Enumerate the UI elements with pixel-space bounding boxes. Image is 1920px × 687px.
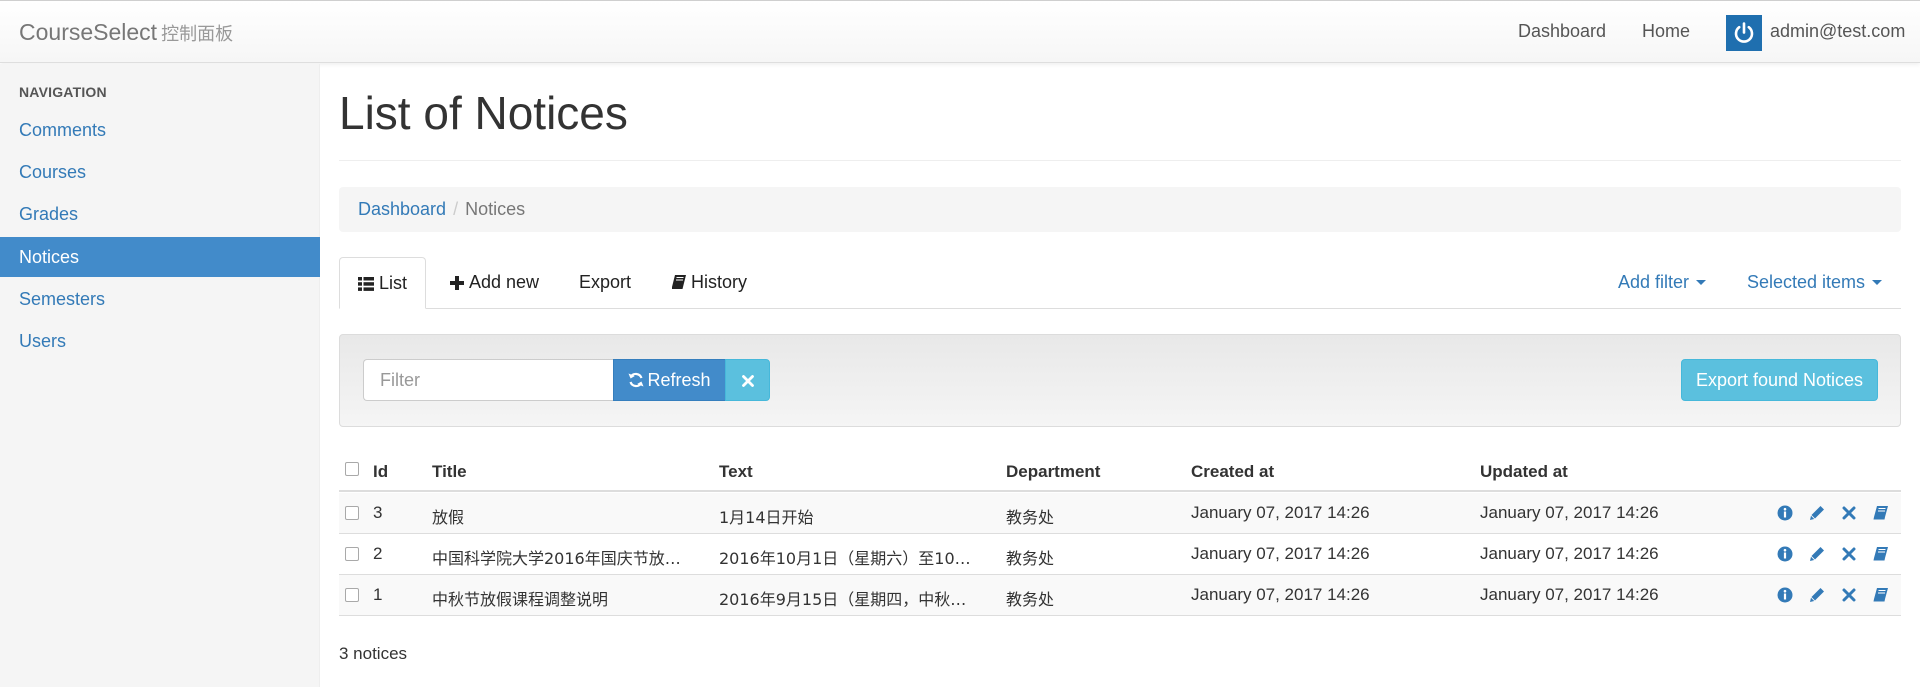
tab-export[interactable]: Export — [561, 257, 649, 309]
clear-filter-button[interactable] — [725, 359, 770, 401]
delete-x-icon[interactable] — [1840, 545, 1858, 563]
cell-text: 1月14日开始 — [719, 508, 814, 527]
list-icon — [358, 260, 374, 310]
record-count: 3 notices — [339, 644, 408, 663]
cell-department: 教务处 — [1006, 549, 1055, 568]
cell-title: 放假 — [432, 508, 465, 527]
plus-icon — [450, 259, 464, 309]
selected-items-dropdown[interactable]: Selected items — [1747, 257, 1883, 307]
table-row: 1 中秋节放假课程调整说明 2016年9月15日（星期四，中秋… 教务处 Jan… — [339, 575, 1901, 616]
info-icon[interactable] — [1776, 586, 1794, 604]
title-divider — [339, 160, 1901, 161]
column-header-text[interactable]: Text — [719, 462, 753, 482]
sidebar-item-courses[interactable]: Courses — [0, 152, 320, 192]
refresh-icon — [628, 362, 644, 402]
close-icon — [741, 375, 754, 387]
row-checkbox[interactable] — [345, 588, 359, 602]
edit-pencil-icon[interactable] — [1808, 586, 1826, 604]
table-row: 2 中国科学院大学2016年国庆节放… 2016年10月1日（星期六）至10… … — [339, 534, 1901, 575]
book-icon — [672, 259, 686, 309]
cell-text: 2016年9月15日（星期四，中秋… — [719, 590, 967, 609]
cell-created-at: January 07, 2017 14:26 — [1191, 544, 1370, 563]
sidebar: NAVIGATION Comments Courses Grades Notic… — [0, 64, 320, 687]
column-header-department[interactable]: Department — [1006, 462, 1100, 482]
column-header-updated-at[interactable]: Updated at — [1480, 462, 1568, 482]
column-header-title[interactable]: Title — [432, 462, 467, 482]
caret-down-icon — [1872, 280, 1883, 285]
delete-x-icon[interactable] — [1840, 586, 1858, 604]
refresh-button[interactable]: Refresh — [613, 359, 726, 401]
edit-pencil-icon[interactable] — [1808, 504, 1826, 522]
cell-updated-at: January 07, 2017 14:26 — [1480, 585, 1659, 604]
page-title: List of Notices — [339, 87, 628, 139]
selected-items-label: Selected items — [1747, 272, 1866, 292]
tab-history[interactable]: History — [654, 257, 765, 309]
cell-text: 2016年10月1日（星期六）至10… — [719, 549, 971, 568]
nav-link-home[interactable]: Home — [1642, 21, 1690, 42]
sidebar-item-notices[interactable]: Notices — [0, 237, 320, 277]
user-email[interactable]: admin@test.com — [1770, 21, 1905, 42]
sidebar-item-semesters[interactable]: Semesters — [0, 279, 320, 319]
brand-name[interactable]: CourseSelect — [19, 19, 157, 45]
power-icon — [1734, 22, 1754, 43]
history-book-icon[interactable] — [1871, 545, 1889, 563]
cell-id: 3 — [373, 503, 383, 522]
edit-pencil-icon[interactable] — [1808, 545, 1826, 563]
tab-add-new-label: Add new — [469, 272, 540, 292]
sidebar-item-comments[interactable]: Comments — [0, 110, 320, 150]
user-avatar[interactable] — [1726, 15, 1762, 51]
breadcrumb: Dashboard / Notices — [339, 187, 1901, 232]
breadcrumb-separator: / — [453, 199, 459, 219]
info-icon[interactable] — [1776, 545, 1794, 563]
tab-list[interactable]: List — [339, 257, 427, 310]
cell-department: 教务处 — [1006, 508, 1055, 527]
brand[interactable]: CourseSelect 控制面板 — [19, 19, 233, 46]
add-filter-label: Add filter — [1618, 272, 1690, 292]
cell-title: 中国科学院大学2016年国庆节放… — [432, 549, 681, 568]
table-header: Id Title Text Department Created at Upda… — [339, 452, 1901, 492]
delete-x-icon[interactable] — [1840, 504, 1858, 522]
refresh-label: Refresh — [647, 370, 711, 390]
column-header-id[interactable]: Id — [373, 462, 388, 482]
add-filter-dropdown[interactable]: Add filter — [1618, 257, 1707, 307]
info-icon[interactable] — [1776, 504, 1794, 522]
cell-department: 教务处 — [1006, 590, 1055, 609]
history-book-icon[interactable] — [1871, 586, 1889, 604]
tab-add-new[interactable]: Add new — [432, 257, 557, 309]
caret-down-icon — [1696, 280, 1707, 285]
cell-updated-at: January 07, 2017 14:26 — [1480, 503, 1659, 522]
row-checkbox[interactable] — [345, 506, 359, 520]
cell-created-at: January 07, 2017 14:26 — [1191, 503, 1370, 522]
sidebar-heading: NAVIGATION — [19, 84, 107, 100]
cell-id: 1 — [373, 585, 383, 604]
cell-id: 2 — [373, 544, 383, 563]
tab-list-label: List — [379, 273, 408, 293]
sidebar-item-grades[interactable]: Grades — [0, 194, 320, 234]
column-header-created-at[interactable]: Created at — [1191, 462, 1274, 482]
top-navbar: CourseSelect 控制面板 Dashboard Home admin@te… — [0, 0, 1920, 63]
sidebar-item-users[interactable]: Users — [0, 321, 320, 361]
brand-subtitle[interactable]: 控制面板 — [161, 24, 233, 45]
breadcrumb-current: Notices — [465, 199, 526, 219]
filter-input[interactable] — [363, 359, 614, 401]
cell-created-at: January 07, 2017 14:26 — [1191, 585, 1370, 604]
breadcrumb-dashboard[interactable]: Dashboard — [358, 199, 446, 219]
cell-updated-at: January 07, 2017 14:26 — [1480, 544, 1659, 563]
history-book-icon[interactable] — [1871, 504, 1889, 522]
export-found-button[interactable]: Export found Notices — [1681, 359, 1878, 401]
cell-title: 中秋节放假课程调整说明 — [432, 590, 609, 609]
tab-export-label: Export — [579, 272, 632, 292]
tab-history-label: History — [691, 272, 748, 292]
table-row: 3 放假 1月14日开始 教务处 January 07, 2017 14:26 … — [339, 493, 1901, 534]
nav-link-dashboard[interactable]: Dashboard — [1518, 21, 1606, 42]
select-all-checkbox[interactable] — [345, 462, 359, 476]
filter-panel: Refresh Export found Notices — [339, 334, 1901, 427]
row-checkbox[interactable] — [345, 547, 359, 561]
